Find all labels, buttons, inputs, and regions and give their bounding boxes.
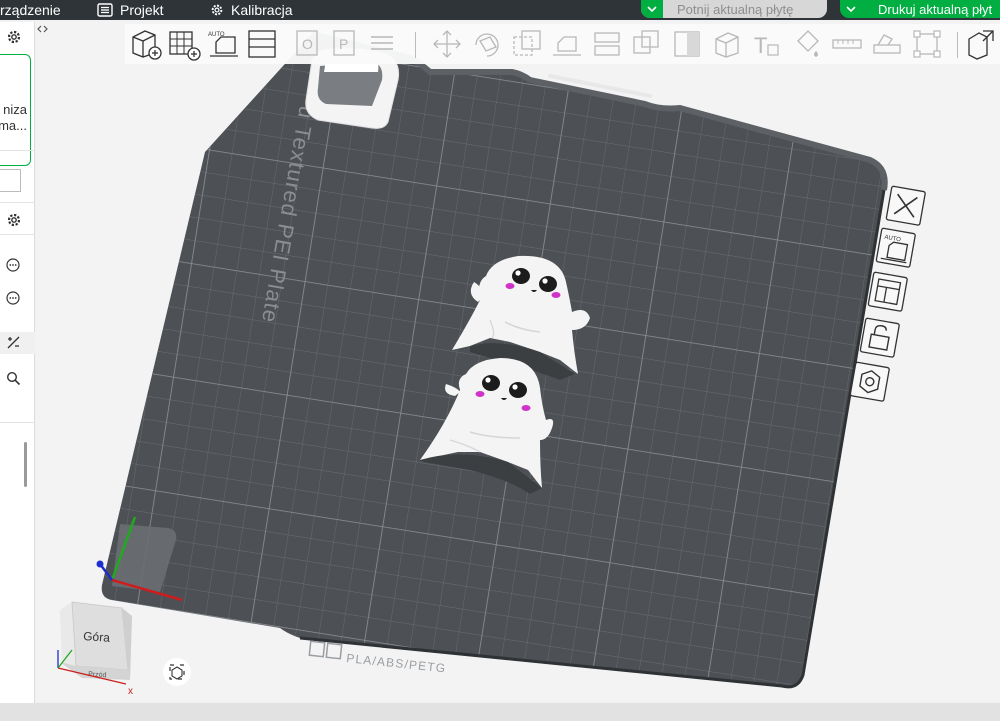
- chevron-down-icon: [846, 6, 856, 12]
- lock-icon[interactable]: [859, 317, 900, 358]
- nav-cube-x-label: x: [128, 686, 133, 697]
- menu-calibration[interactable]: Kalibracja: [210, 0, 292, 20]
- boolean-icon[interactable]: [630, 27, 664, 61]
- color-paint-icon[interactable]: [790, 27, 824, 61]
- nav-cube-top-label: Góra: [83, 629, 111, 645]
- main-toolbar: AUTO O P T: [125, 24, 1000, 64]
- gear-icon[interactable]: [6, 29, 22, 45]
- toolbar-divider: [415, 32, 416, 58]
- lay-on-face-icon[interactable]: [550, 27, 584, 61]
- measure-icon[interactable]: [830, 27, 864, 61]
- assemble-icon[interactable]: [870, 27, 904, 61]
- move-icon[interactable]: [430, 27, 464, 61]
- sidebar-divider: [0, 150, 35, 151]
- cut-icon[interactable]: [590, 27, 624, 61]
- printer-preset-line2: ma...: [0, 118, 27, 133]
- more-options-icon[interactable]: [6, 258, 20, 272]
- scale-icon[interactable]: [510, 27, 544, 61]
- slice-dropdown-chevron[interactable]: [641, 0, 663, 18]
- sidebar-scrollbar[interactable]: [24, 442, 27, 487]
- layers-icon[interactable]: [367, 27, 397, 61]
- svg-text:O: O: [302, 36, 313, 52]
- arrange-icon[interactable]: [245, 27, 279, 61]
- plate-material-label: PLA/ABS/PETG: [346, 651, 447, 675]
- rotate-icon[interactable]: [470, 27, 504, 61]
- project-list-icon: [97, 3, 113, 17]
- gear-icon[interactable]: [6, 212, 22, 228]
- plate-settings-button[interactable]: [849, 361, 890, 402]
- sidebar-divider: [0, 234, 35, 235]
- build-plate-scene[interactable]: u Textured PEI Plate PLA/ABS/PETG Góra P…: [36, 22, 1000, 702]
- support-paint-icon[interactable]: [670, 27, 704, 61]
- gear-icon: [211, 4, 223, 16]
- collapse-sidebar-icon[interactable]: [36, 22, 49, 36]
- menu-device-label: rządzenie: [0, 2, 61, 18]
- slice-plate-label: Potnij aktualną płytę: [677, 1, 794, 17]
- svg-text:T: T: [754, 33, 767, 58]
- left-sidebar: niza ma...: [0, 22, 35, 714]
- menu-calibration-label: Kalibracja: [231, 2, 293, 18]
- percent-icon[interactable]: [6, 335, 21, 350]
- auto-orient-icon[interactable]: AUTO: [207, 27, 241, 61]
- assembly-view-icon[interactable]: [965, 27, 999, 61]
- print-dropdown-chevron[interactable]: [840, 0, 862, 18]
- sidebar-divider: [0, 202, 35, 203]
- 3d-viewport[interactable]: u Textured PEI Plate PLA/ABS/PETG Góra P…: [36, 22, 1000, 702]
- add-plate-icon[interactable]: [167, 27, 201, 61]
- fullscreen-icon[interactable]: [910, 27, 944, 61]
- camera-view-button[interactable]: [163, 658, 191, 686]
- sidebar-divider: [0, 422, 35, 423]
- svg-text:P: P: [339, 36, 348, 52]
- menu-project[interactable]: Projekt: [97, 0, 164, 20]
- top-bar: rządzenie Projekt Kalibracja Potnij aktu…: [0, 0, 1000, 20]
- arrange-button[interactable]: [867, 271, 908, 312]
- delete-all-button[interactable]: [885, 185, 926, 226]
- menu-project-label: Projekt: [120, 2, 164, 18]
- split-objects-icon[interactable]: O: [293, 27, 323, 61]
- more-options-icon[interactable]: [6, 291, 20, 305]
- bottom-status-strip: [0, 703, 1000, 721]
- toolbar-divider: [957, 32, 958, 58]
- auto-orient-button[interactable]: AUTO: [875, 227, 916, 268]
- slice-plate-button[interactable]: Potnij aktualną płytę: [641, 0, 827, 18]
- print-plate-label: Drukuj aktualną płyt: [878, 1, 993, 17]
- text-icon[interactable]: T: [750, 27, 784, 61]
- split-parts-icon[interactable]: P: [330, 27, 360, 61]
- add-cube-icon[interactable]: [129, 27, 163, 61]
- printer-preset-line1: niza: [3, 102, 27, 117]
- navigation-cube[interactable]: Góra Przód x: [57, 601, 133, 697]
- chevron-down-icon: [647, 6, 657, 12]
- search-icon[interactable]: [6, 371, 21, 386]
- print-plate-button[interactable]: Drukuj aktualną płyt: [840, 0, 1000, 18]
- plate-type-select[interactable]: [0, 169, 21, 192]
- seam-paint-icon[interactable]: [710, 27, 744, 61]
- menu-device[interactable]: rządzenie: [0, 0, 61, 20]
